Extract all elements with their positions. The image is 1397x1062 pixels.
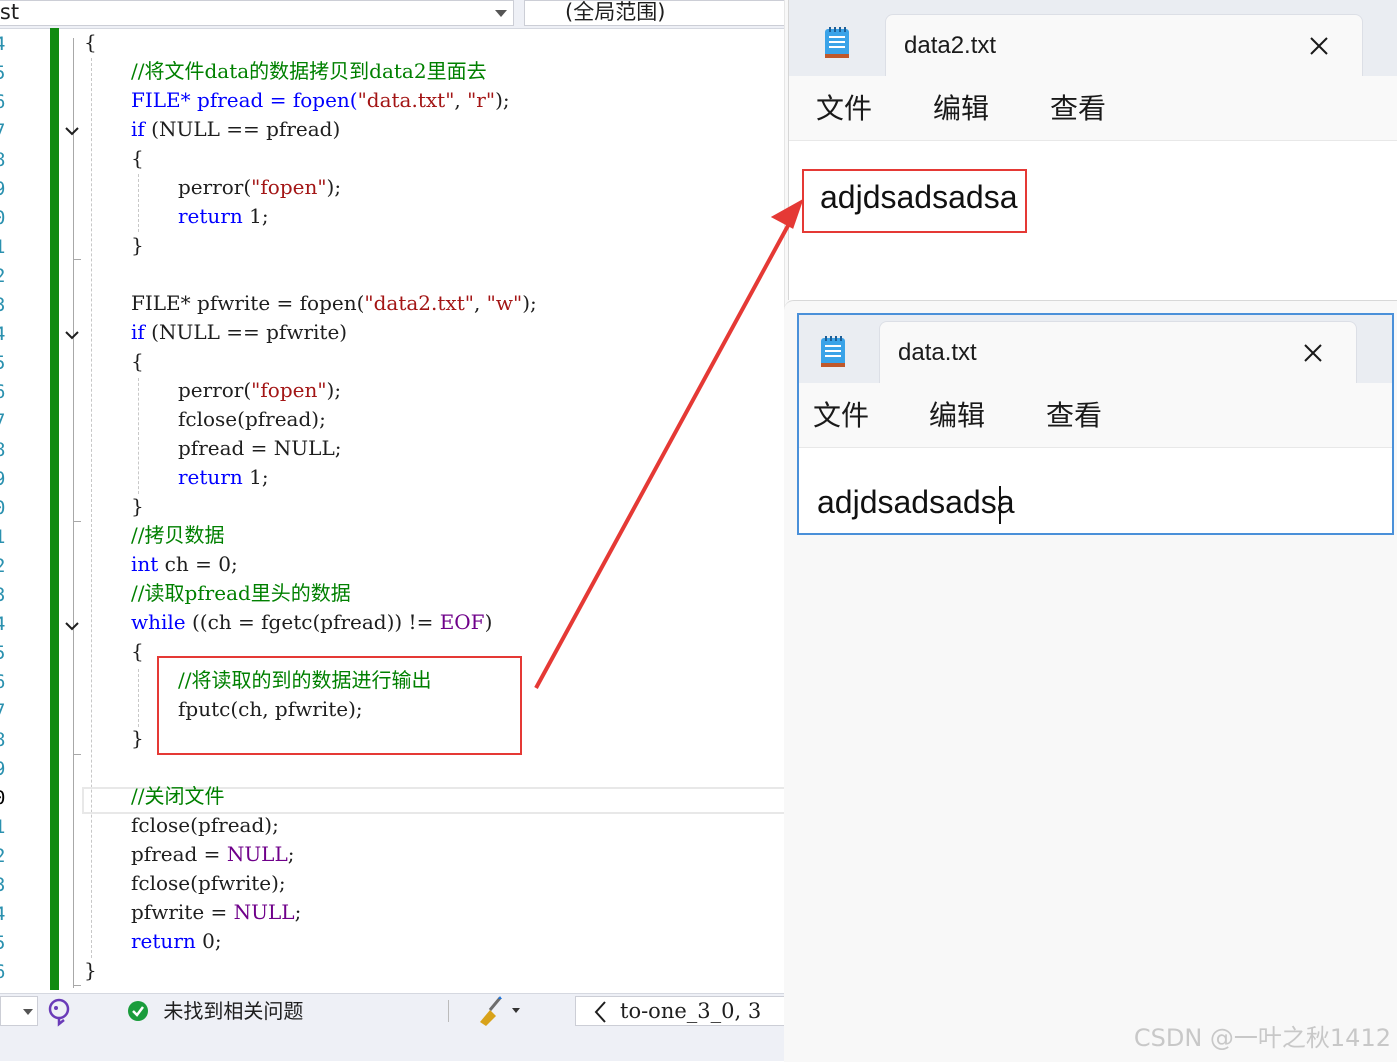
arrow-shaft <box>534 221 792 689</box>
watermark: CSDN @一叶之秋1412 <box>1133 1024 1391 1052</box>
annotation-arrow <box>534 198 804 689</box>
arrow-head <box>770 198 804 229</box>
